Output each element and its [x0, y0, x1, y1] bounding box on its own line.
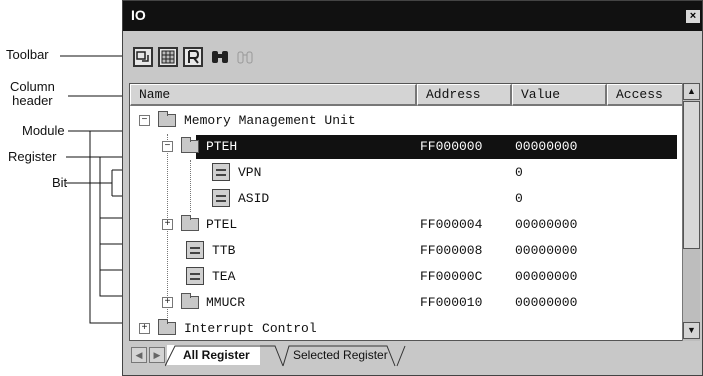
row-value: 00000000	[515, 243, 578, 258]
folder-open-icon	[181, 137, 199, 153]
tab-outline	[165, 345, 406, 367]
column-header-callout-line1: Column	[10, 79, 55, 94]
collapse-icon[interactable]: −	[139, 115, 150, 126]
row-name: PTEH	[206, 139, 238, 154]
row-value: 00000000	[515, 295, 578, 310]
row-name: Memory Management Unit	[184, 113, 356, 128]
vertical-scrollbar[interactable]: ▲ ▼	[682, 83, 700, 341]
bit-field-icon	[212, 189, 230, 207]
collapse-icon[interactable]: −	[162, 141, 173, 152]
scroll-up-icon[interactable]: ▲	[683, 83, 700, 100]
row-name: PTEL	[206, 217, 238, 232]
row-address: FF000000	[420, 139, 483, 154]
folder-icon	[181, 215, 199, 231]
register-icon[interactable]	[183, 47, 203, 67]
tree-row-bit[interactable]: VPN 0	[130, 160, 677, 186]
window-title: IO	[131, 7, 146, 23]
sheet-tab-strip: ◀ ▶ All Register Selected Register	[129, 345, 700, 367]
column-header-address[interactable]: Address	[417, 84, 512, 106]
bit-field-icon	[212, 163, 230, 181]
toolbar-callout: Toolbar	[6, 47, 49, 62]
row-address: FF000004	[420, 217, 483, 232]
module-callout: Module	[22, 123, 65, 138]
register-tree-table: Name Address Value Access − Memory Manag…	[129, 83, 700, 341]
column-header-value[interactable]: Value	[512, 84, 607, 106]
tab-scroll-left-icon[interactable]: ◀	[131, 347, 147, 363]
row-name: Interrupt Control	[184, 321, 317, 336]
folder-icon	[181, 293, 199, 309]
tree-row-register[interactable]: + PTEL FF000004 00000000	[130, 212, 677, 238]
row-address: FF000008	[420, 243, 483, 258]
tree-row-bit[interactable]: ASID 0	[130, 186, 677, 212]
refresh-icon[interactable]	[133, 47, 153, 67]
tree-row-register[interactable]: TEA FF00000C 00000000	[130, 264, 677, 290]
column-header-callout: Column header	[10, 80, 55, 108]
grid-icon[interactable]	[158, 47, 178, 67]
folder-open-icon	[158, 111, 176, 127]
register-item-icon	[186, 241, 204, 259]
tab-scroll-right-icon[interactable]: ▶	[149, 347, 165, 363]
row-name: TEA	[212, 269, 236, 284]
title-bar: IO ×	[123, 1, 702, 31]
row-address: FF000010	[420, 295, 483, 310]
binoculars-disabled-icon[interactable]	[235, 47, 255, 67]
tree-row-register-selected[interactable]: − PTEH FF000000 00000000	[130, 134, 677, 160]
tree-row-register[interactable]: TTB FF000008 00000000	[130, 238, 677, 264]
folder-icon	[158, 319, 176, 335]
expand-icon[interactable]: +	[139, 323, 150, 334]
column-header-name[interactable]: Name	[130, 84, 417, 106]
tree-row-register[interactable]: + MMUCR FF000010 00000000	[130, 290, 677, 316]
row-value: 00000000	[515, 139, 578, 154]
io-window: IO × Name Address Value Access − Memory …	[122, 0, 703, 376]
tree-row-module[interactable]: + Interrupt Control	[130, 316, 677, 340]
row-name: ASID	[238, 191, 270, 206]
row-value: 00000000	[515, 269, 578, 284]
expand-icon[interactable]: +	[162, 219, 173, 230]
row-value: 0	[515, 165, 523, 180]
column-header-callout-line2: header	[12, 93, 53, 108]
row-name: MMUCR	[206, 295, 246, 310]
scroll-down-icon[interactable]: ▼	[683, 322, 700, 339]
expand-icon[interactable]: +	[162, 297, 173, 308]
register-item-icon	[186, 267, 204, 285]
row-value: 00000000	[515, 217, 578, 232]
bit-callout: Bit	[52, 175, 68, 190]
row-name: TTB	[212, 243, 236, 258]
close-icon[interactable]: ×	[686, 10, 700, 23]
register-callout: Register	[8, 149, 57, 164]
column-header-access[interactable]: Access	[607, 84, 687, 106]
row-name: VPN	[238, 165, 262, 180]
binoculars-icon[interactable]	[210, 47, 230, 67]
tree-row-module[interactable]: − Memory Management Unit	[130, 108, 677, 134]
scroll-thumb[interactable]	[683, 101, 700, 249]
row-value: 0	[515, 191, 523, 206]
row-address: FF00000C	[420, 269, 483, 284]
